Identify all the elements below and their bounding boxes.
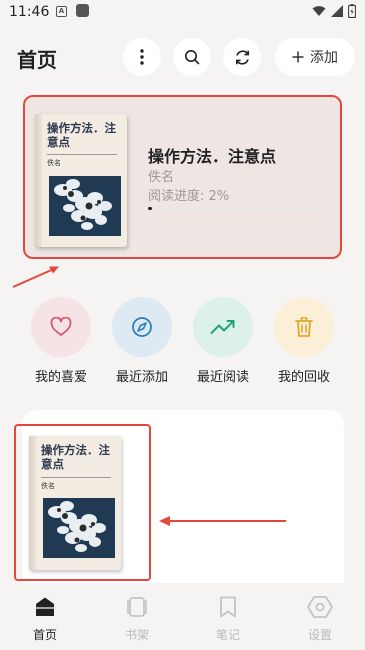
nav-settings[interactable]: 设置 <box>290 595 350 643</box>
page-title: 首页 <box>17 48 57 72</box>
add-button[interactable]: 添加 <box>275 38 355 76</box>
cover-author: 佚名 <box>47 159 61 167</box>
favorites-circle <box>31 297 91 357</box>
nav-settings-label: 设置 <box>307 628 332 642</box>
heart-icon <box>50 317 72 336</box>
notification-square-icon <box>76 4 89 17</box>
cover-title: 操作方法．注意点 <box>47 121 116 150</box>
recycle-bin-action[interactable]: 我的回收 <box>273 297 335 385</box>
reading-progress-text: 阅读进度: 2% <box>148 189 230 204</box>
search-button[interactable] <box>173 38 211 76</box>
cover-image <box>49 176 121 236</box>
nav-notes[interactable]: 笔记 <box>198 595 258 643</box>
flower-image <box>49 176 121 236</box>
current-book-title: 操作方法．注意点 <box>148 147 277 166</box>
recycle-bin-circle <box>274 297 334 357</box>
bottom-nav: 首页 书架 笔记 设置 <box>0 583 365 650</box>
settings-icon <box>307 596 333 618</box>
battery-icon <box>348 4 356 18</box>
nav-bookshelf-label: 书架 <box>124 628 149 642</box>
current-book-author: 佚名 <box>148 170 175 185</box>
favorites-label: 我的喜爱 <box>34 370 87 385</box>
refresh-button[interactable] <box>223 38 261 76</box>
signal-icon <box>331 5 343 17</box>
add-button-label: 添加 <box>310 50 338 66</box>
recently-added-circle <box>112 297 172 357</box>
current-book-cover[interactable]: 操作方法．注意点 佚名 <box>35 114 127 247</box>
annotation-arrow <box>12 266 59 288</box>
status-bar: 11:46 A <box>0 0 365 26</box>
recently-read-circle <box>193 297 253 357</box>
nav-home[interactable]: 首页 <box>15 595 75 643</box>
trend-up-icon <box>210 320 235 334</box>
refresh-icon <box>235 49 249 65</box>
compass-icon <box>132 317 152 337</box>
reading-progress-fill <box>148 207 152 210</box>
notification-a-icon: A <box>56 6 67 17</box>
recycle-bin-label: 我的回收 <box>277 370 330 385</box>
recently-added-action[interactable]: 最近添加 <box>111 297 173 385</box>
plus-icon <box>292 51 304 63</box>
nav-bookshelf[interactable]: 书架 <box>107 595 167 643</box>
wifi-icon <box>312 6 326 16</box>
bookmark-icon <box>220 596 236 618</box>
recently-read-action[interactable]: 最近阅读 <box>192 297 254 385</box>
nav-home-label: 首页 <box>32 628 57 642</box>
more-vertical-icon <box>140 49 144 65</box>
annotation-arrow <box>159 516 286 526</box>
home-icon <box>36 597 54 616</box>
trash-icon <box>295 317 313 337</box>
reading-progress-bar <box>148 207 332 210</box>
bookshelf-icon <box>127 597 147 617</box>
shelf-book-highlight <box>14 424 151 581</box>
favorites-action[interactable]: 我的喜爱 <box>30 297 92 385</box>
more-button[interactable] <box>123 38 161 76</box>
nav-notes-label: 笔记 <box>215 628 240 642</box>
search-icon <box>185 50 200 65</box>
status-time: 11:46 <box>9 4 50 20</box>
recently-read-label: 最近阅读 <box>196 370 249 385</box>
recently-added-label: 最近添加 <box>115 370 168 385</box>
status-icons <box>312 4 356 18</box>
